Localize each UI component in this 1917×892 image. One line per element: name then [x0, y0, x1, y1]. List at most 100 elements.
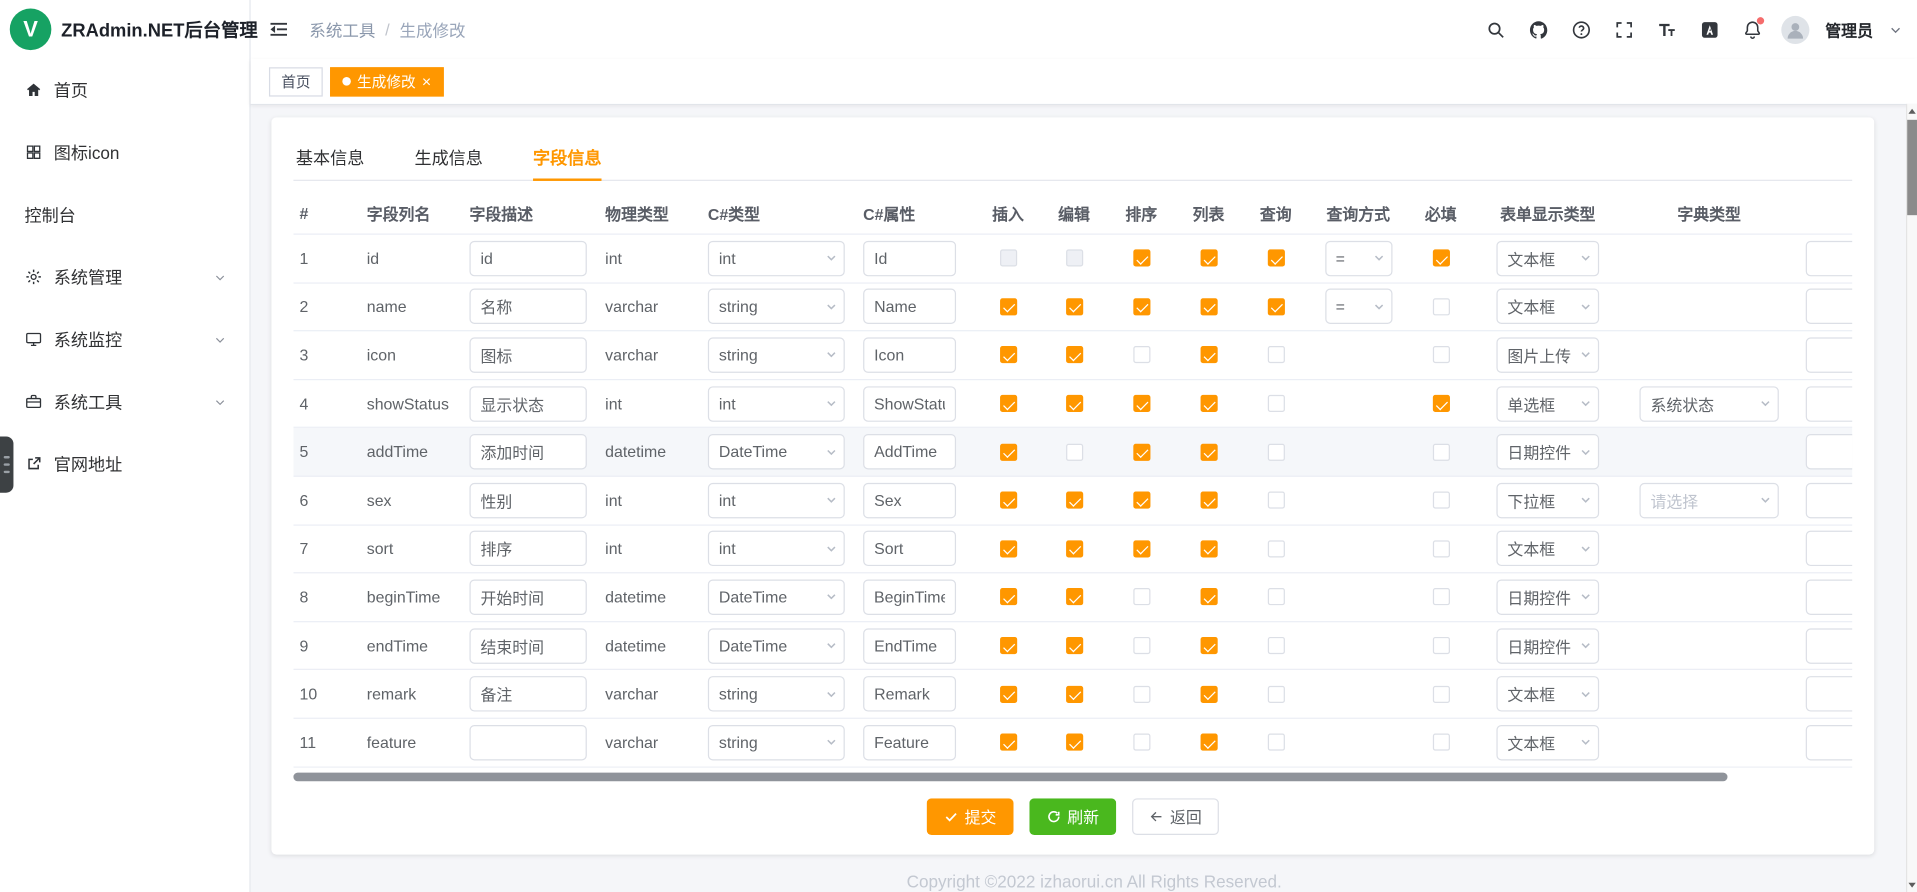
list-checkbox[interactable] — [1200, 443, 1217, 460]
description-input[interactable] — [469, 628, 586, 663]
sidebar-drag-handle[interactable] — [0, 436, 13, 492]
app-logo[interactable]: V ZRAdmin.NET后台管理 — [0, 0, 249, 59]
extra-field-input[interactable] — [1806, 386, 1852, 421]
sidebar-item-console[interactable]: 控制台 — [0, 183, 249, 245]
extra-field-input[interactable] — [1806, 531, 1852, 566]
edit-checkbox[interactable] — [1065, 298, 1082, 315]
edit-checkbox[interactable] — [1065, 685, 1082, 702]
query-checkbox[interactable] — [1267, 347, 1284, 364]
insert-checkbox[interactable] — [999, 443, 1016, 460]
sort-checkbox[interactable] — [1133, 685, 1150, 702]
query-type-select[interactable]: = — [1325, 241, 1392, 276]
csharp-property-input[interactable] — [863, 289, 956, 324]
list-checkbox[interactable] — [1200, 298, 1217, 315]
sidebar-item-system-monitor[interactable]: 系统监控 — [0, 308, 249, 370]
display-type-select[interactable]: 文本框 — [1496, 289, 1599, 324]
query-checkbox[interactable] — [1267, 734, 1284, 751]
scroll-up-arrow[interactable] — [1907, 104, 1917, 119]
list-checkbox[interactable] — [1200, 250, 1217, 267]
csharp-property-input[interactable] — [863, 386, 956, 421]
insert-checkbox[interactable] — [999, 589, 1016, 606]
csharp-type-select[interactable]: int — [708, 531, 845, 566]
description-input[interactable] — [469, 241, 586, 276]
csharp-property-input[interactable] — [863, 579, 956, 614]
description-input[interactable] — [469, 434, 586, 469]
extra-field-input[interactable] — [1806, 337, 1852, 372]
horizontal-scrollbar[interactable] — [293, 772, 1852, 781]
avatar[interactable] — [1781, 15, 1809, 43]
extra-field-input[interactable] — [1806, 579, 1852, 614]
required-checkbox[interactable] — [1432, 492, 1449, 509]
edit-checkbox[interactable] — [1065, 492, 1082, 509]
edit-checkbox[interactable] — [1065, 395, 1082, 412]
sort-checkbox[interactable] — [1133, 637, 1150, 654]
query-checkbox[interactable] — [1267, 395, 1284, 412]
sidebar-fold-icon[interactable] — [267, 17, 291, 41]
insert-checkbox[interactable] — [999, 298, 1016, 315]
csharp-type-select[interactable]: int — [708, 483, 845, 518]
sidebar-item-website[interactable]: 官网地址 — [0, 433, 249, 495]
required-checkbox[interactable] — [1432, 395, 1449, 412]
query-checkbox[interactable] — [1267, 589, 1284, 606]
sidebar-item-system-tools[interactable]: 系统工具 — [0, 370, 249, 432]
csharp-property-input[interactable] — [863, 628, 956, 663]
query-checkbox[interactable] — [1267, 637, 1284, 654]
vertical-scrollbar[interactable] — [1906, 104, 1917, 892]
required-checkbox[interactable] — [1432, 250, 1449, 267]
required-checkbox[interactable] — [1432, 540, 1449, 557]
extra-field-input[interactable] — [1806, 725, 1852, 760]
breadcrumb-item-system-tools[interactable]: 系统工具 — [309, 17, 375, 41]
description-input[interactable] — [469, 531, 586, 566]
vertical-scrollbar-thumb[interactable] — [1907, 120, 1917, 215]
query-checkbox[interactable] — [1267, 443, 1284, 460]
edit-checkbox[interactable] — [1065, 589, 1082, 606]
edit-checkbox[interactable] — [1065, 347, 1082, 364]
edit-checkbox[interactable] — [1065, 443, 1082, 460]
sidebar-item-home[interactable]: 首页 — [0, 59, 249, 121]
tag-active[interactable]: 生成修改× — [330, 67, 443, 96]
bell-icon[interactable] — [1741, 17, 1765, 41]
sort-checkbox[interactable] — [1133, 347, 1150, 364]
edit-checkbox[interactable] — [1065, 637, 1082, 654]
github-icon[interactable] — [1527, 17, 1551, 41]
csharp-type-select[interactable]: int — [708, 241, 845, 276]
edit-checkbox[interactable] — [1065, 540, 1082, 557]
required-checkbox[interactable] — [1432, 298, 1449, 315]
font-size-icon[interactable] — [1655, 17, 1679, 41]
display-type-select[interactable]: 文本框 — [1496, 676, 1599, 711]
extra-field-input[interactable] — [1806, 289, 1852, 324]
description-input[interactable] — [469, 337, 586, 372]
dict-type-select[interactable]: 系统状态 — [1639, 386, 1778, 421]
csharp-type-select[interactable]: DateTime — [708, 628, 845, 663]
list-checkbox[interactable] — [1200, 734, 1217, 751]
extra-field-input[interactable] — [1806, 241, 1852, 276]
display-type-select[interactable]: 单选框 — [1496, 386, 1599, 421]
sort-checkbox[interactable] — [1133, 734, 1150, 751]
display-type-select[interactable]: 文本框 — [1496, 241, 1599, 276]
tab-0[interactable]: 基本信息 — [296, 134, 364, 179]
csharp-type-select[interactable]: int — [708, 386, 845, 421]
display-type-select[interactable]: 日期控件 — [1496, 579, 1599, 614]
sort-checkbox[interactable] — [1133, 589, 1150, 606]
csharp-type-select[interactable]: string — [708, 725, 845, 760]
fullscreen-icon[interactable] — [1613, 17, 1637, 41]
user-menu-chevron-icon[interactable] — [1889, 23, 1902, 36]
description-input[interactable] — [469, 289, 586, 324]
csharp-property-input[interactable] — [863, 434, 956, 469]
tag-0[interactable]: 首页 — [269, 67, 323, 96]
csharp-property-input[interactable] — [863, 531, 956, 566]
display-type-select[interactable]: 日期控件 — [1496, 628, 1599, 663]
insert-checkbox[interactable] — [999, 492, 1016, 509]
search-icon[interactable] — [1484, 17, 1508, 41]
query-type-select[interactable]: = — [1325, 289, 1392, 324]
query-checkbox[interactable] — [1267, 492, 1284, 509]
edit-checkbox[interactable] — [1065, 734, 1082, 751]
dict-type-select[interactable]: 请选择 — [1639, 483, 1778, 518]
required-checkbox[interactable] — [1432, 589, 1449, 606]
tab-1[interactable]: 生成信息 — [414, 134, 482, 179]
sidebar-item-icons[interactable]: 图标icon — [0, 121, 249, 183]
insert-checkbox[interactable] — [999, 395, 1016, 412]
description-input[interactable] — [469, 483, 586, 518]
extra-field-input[interactable] — [1806, 628, 1852, 663]
display-type-select[interactable]: 文本框 — [1496, 531, 1599, 566]
